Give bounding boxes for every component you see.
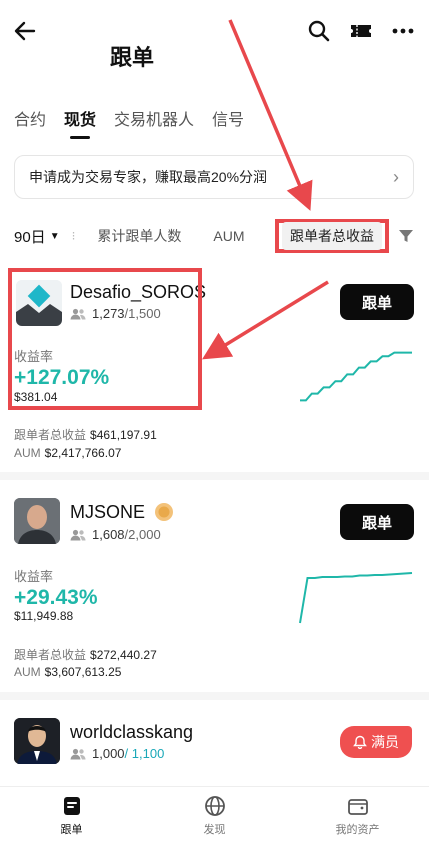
- roi-value: +29.43%: [14, 586, 98, 609]
- full-badge-label: 满员: [371, 734, 399, 750]
- aum-row: AUM $2,417,766.07: [14, 446, 121, 460]
- copy-trade-icon: [63, 797, 80, 815]
- capacity-value: /2,000: [124, 527, 161, 542]
- bell-icon: [353, 735, 367, 749]
- users-icon: [70, 748, 86, 759]
- roi-trend-chart: [300, 351, 412, 402]
- nav-label: 我的资产: [335, 824, 380, 836]
- trader-name[interactable]: worldclasskang: [70, 722, 193, 743]
- chevron-right-icon: ›: [393, 166, 399, 187]
- sort-aum[interactable]: AUM: [213, 228, 244, 244]
- copier-profit-value: $461,197.91: [90, 428, 157, 442]
- nav-copy-trade[interactable]: 跟单: [0, 787, 143, 841]
- full-status-badge: 满员: [340, 726, 412, 758]
- wallet-icon: [347, 799, 368, 815]
- annotation-highlight-box: [8, 268, 202, 410]
- aum-label: AUM: [14, 665, 41, 679]
- sort-copier-profit[interactable]: 跟单者总收益: [275, 219, 389, 253]
- tab-spot[interactable]: 现货: [64, 106, 96, 139]
- banner-text: 申请成为交易专家，赚取最高20%分润: [29, 169, 268, 185]
- arrow-to-highlight: [202, 280, 329, 360]
- copier-profit-label: 跟单者总收益: [14, 428, 87, 442]
- gold-badge-icon: [155, 503, 173, 521]
- avatar[interactable]: [14, 498, 60, 544]
- tab-futures[interactable]: 合约: [14, 106, 46, 130]
- tab-bar: 合约 现货 交易机器人 信号: [14, 106, 262, 139]
- follower-count: 1,608/2,000: [70, 527, 161, 542]
- trader-name[interactable]: MJSONE: [70, 502, 145, 523]
- users-icon: [70, 529, 86, 540]
- nav-label: 发现: [203, 824, 226, 836]
- period-selector[interactable]: 90日: [14, 226, 46, 247]
- tab-signals[interactable]: 信号: [212, 106, 244, 130]
- aum-value: $3,607,613.25: [44, 665, 122, 679]
- capacity-value: / 1,100: [124, 746, 165, 761]
- followers-value: 1,608: [92, 527, 125, 542]
- copier-profit-row: 跟单者总收益 $272,440.27: [14, 646, 157, 663]
- sort-followers[interactable]: 累计跟单人数: [97, 226, 181, 246]
- copier-profit-row: 跟单者总收益 $461,197.91: [14, 426, 157, 443]
- roi-label: 收益率: [14, 569, 54, 584]
- follower-count: 1,000/ 1,100: [70, 746, 164, 761]
- person-photo-icon: [14, 498, 60, 544]
- follow-button[interactable]: 跟单: [340, 284, 414, 320]
- page-title: 跟单: [110, 45, 155, 70]
- card-divider: [0, 472, 429, 480]
- copier-profit-label: 跟单者总收益: [14, 648, 87, 662]
- bottom-navigation: 跟单 发现 我的资产: [0, 786, 429, 841]
- pnl-value: $11,949.88: [14, 609, 74, 623]
- sort-filter-row: 90日 ▼ ⁝ 累计跟单人数 AUM: [14, 225, 277, 247]
- sort-copier-profit-label: 跟单者总收益: [282, 222, 382, 250]
- follow-button[interactable]: 跟单: [340, 504, 414, 540]
- search-icon[interactable]: [306, 18, 332, 44]
- aum-label: AUM: [14, 446, 41, 460]
- back-arrow-icon[interactable]: [12, 18, 38, 44]
- aum-row: AUM $3,607,613.25: [14, 665, 121, 679]
- caret-down-icon: ▼: [49, 230, 60, 242]
- aum-value: $2,417,766.07: [44, 446, 122, 460]
- nav-discover[interactable]: 发现: [143, 787, 286, 841]
- filter-icon[interactable]: [398, 228, 414, 244]
- ticket-icon[interactable]: [348, 18, 374, 44]
- card-divider: [0, 692, 429, 700]
- person-photo-icon: [14, 718, 60, 764]
- nav-label: 跟单: [60, 824, 83, 836]
- roi-trend-chart: [299, 572, 413, 624]
- expert-application-banner[interactable]: 申请成为交易专家，赚取最高20%分润 ›: [14, 155, 414, 199]
- avatar[interactable]: [14, 718, 60, 764]
- globe-icon: [204, 796, 225, 816]
- more-icon[interactable]: [390, 18, 416, 44]
- nav-assets[interactable]: 我的资产: [286, 787, 429, 841]
- followers-value: 1,000: [92, 746, 125, 761]
- copier-profit-value: $272,440.27: [90, 648, 157, 662]
- scroll-hint-icon: ⁝: [71, 229, 76, 243]
- tab-trading-bots[interactable]: 交易机器人: [114, 106, 194, 130]
